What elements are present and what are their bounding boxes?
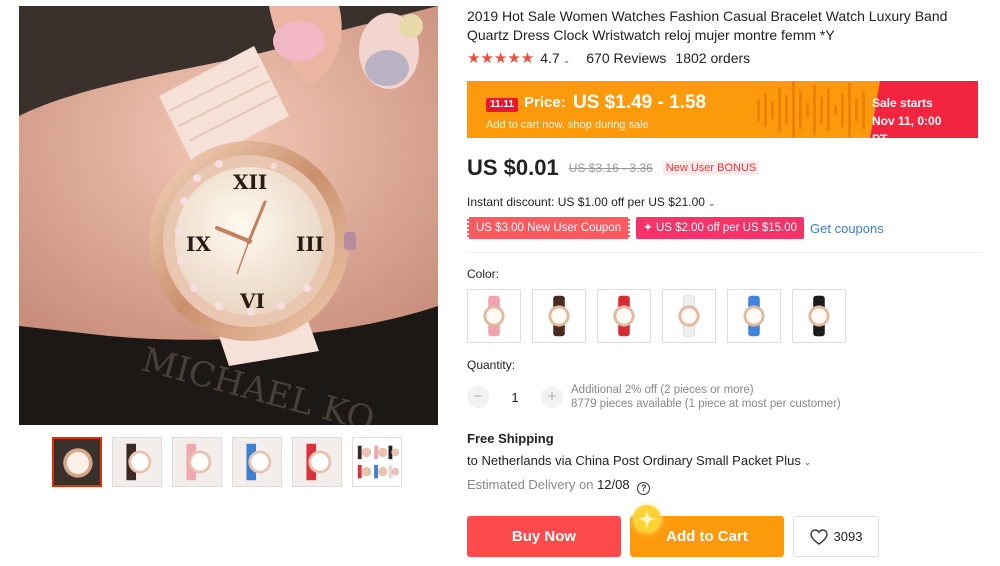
svg-text:IX: IX: [186, 232, 211, 256]
quantity-increase-button[interactable]: +: [541, 386, 563, 408]
instant-discount-text: Instant discount: US $1.00 off per US $2…: [467, 195, 705, 209]
sale-price-label: Price:: [524, 94, 566, 111]
banner-stripes: [757, 81, 865, 138]
new-user-coupon[interactable]: US $3.00 New User Coupon: [467, 217, 631, 239]
shipping-destination: to Netherlands via China Post Ordinary S…: [467, 453, 801, 468]
thumbnail-3[interactable]: [172, 437, 222, 487]
reviews-link[interactable]: 670 Reviews: [586, 50, 666, 66]
svg-text:III: III: [296, 232, 324, 256]
thumbnail-4[interactable]: [232, 437, 282, 487]
delivery-label: Estimated Delivery on: [467, 477, 594, 492]
sale-starts-date: Nov 11, 0:00 PT: [872, 114, 942, 138]
buy-now-button[interactable]: Buy Now: [467, 516, 621, 557]
quantity-decrease-button[interactable]: −: [467, 386, 489, 408]
quantity-label: Quantity:: [467, 358, 516, 372]
wishlist-button[interactable]: 3093: [793, 516, 879, 557]
divider: [467, 252, 982, 253]
rating-dropdown[interactable]: 4.7 ⌄: [540, 50, 570, 66]
sale-starts-label: Sale starts: [872, 96, 933, 110]
watch-photo: XII III VI IX MICHAEL KO: [19, 6, 438, 425]
quantity-info: Additional 2% off (2 pieces or more) 877…: [571, 383, 841, 411]
heart-icon: [809, 528, 828, 545]
shipping-title: Free Shipping: [467, 431, 554, 446]
sale-price-range: US $1.49 - 1.58: [573, 92, 707, 113]
sparkle-icon: [633, 505, 661, 533]
color-label: Color:: [467, 267, 500, 281]
thumbnail-5[interactable]: [292, 437, 342, 487]
quantity-input[interactable]: 1: [489, 390, 541, 405]
delivery-date: 12/08: [597, 477, 630, 492]
chevron-down-icon: ⌄: [707, 198, 716, 208]
color-swatch-white[interactable]: [662, 289, 716, 343]
wishlist-count: 3093: [833, 529, 863, 544]
sale-starts: Sale starts Nov 11, 0:00 PT: [872, 94, 960, 138]
instant-discount[interactable]: Instant discount: US $1.00 off per US $2…: [467, 195, 715, 209]
color-swatch-black[interactable]: [792, 289, 846, 343]
help-icon[interactable]: ?: [637, 482, 651, 495]
shipping-method-selector[interactable]: to Netherlands via China Post Ordinary S…: [467, 453, 811, 468]
store-coupon[interactable]: ✦ US $2.00 off per US $15.00: [636, 217, 805, 239]
color-swatch-pink[interactable]: [467, 289, 521, 343]
current-price: US $0.01: [467, 155, 559, 180]
color-swatch-red[interactable]: [597, 289, 651, 343]
orders-count: 1802 orders: [675, 50, 751, 66]
svg-text:VI: VI: [239, 289, 265, 313]
rating-row: ★★★★★ 4.7 ⌄ 670 Reviews 1802 orders: [467, 49, 750, 67]
svg-text:XII: XII: [233, 170, 267, 194]
thumbnail-1[interactable]: [52, 437, 102, 487]
star-icon: ★★★★★: [467, 50, 535, 67]
stock-available-text: 8779 pieces available (1 piece at most p…: [571, 398, 841, 410]
color-swatch-blue[interactable]: [727, 289, 781, 343]
thumbnail-2[interactable]: [112, 437, 162, 487]
new-user-bonus-badge: New User BONUS: [662, 161, 760, 175]
coupon-row: US $3.00 New User Coupon ✦ US $2.00 off …: [467, 217, 884, 239]
sale-subtext: Add to cart now, shop during sale: [486, 119, 649, 131]
thumbnail-strip: [52, 437, 402, 487]
main-product-image[interactable]: XII III VI IX MICHAEL KO: [19, 6, 438, 425]
estimated-delivery: Estimated Delivery on 12/08 ?: [467, 477, 651, 495]
quantity-stepper: − 1 + Additional 2% off (2 pieces or mor…: [467, 383, 841, 411]
chevron-down-icon: ⌄: [803, 457, 812, 467]
thumbnail-6[interactable]: [352, 437, 402, 487]
price-row: US $0.01 US $3.16 - 3.36 New User BONUS: [467, 155, 760, 181]
sale-banner: 11.11 Price: US $1.49 - 1.58 Add to cart…: [467, 81, 978, 138]
product-title: 2019 Hot Sale Women Watches Fashion Casu…: [467, 8, 948, 43]
rating-value: 4.7: [540, 50, 560, 66]
color-swatches: [467, 289, 846, 343]
color-swatch-brown[interactable]: [532, 289, 586, 343]
additional-discount-text: Additional 2% off (2 pieces or more): [571, 384, 754, 396]
chevron-down-icon: ⌄: [562, 55, 571, 65]
sale-badge: 11.11: [486, 98, 518, 112]
original-price: US $3.16 - 3.36: [568, 161, 653, 175]
get-coupons-link[interactable]: Get coupons: [810, 221, 884, 236]
